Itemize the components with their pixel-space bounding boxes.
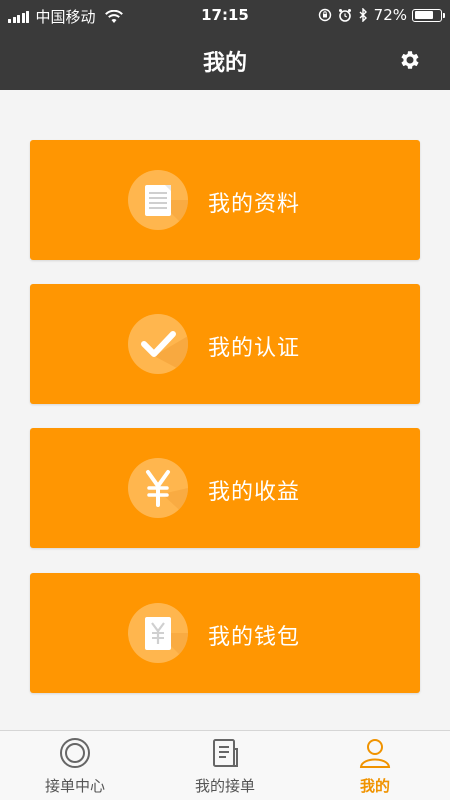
checkmark-icon [128,314,188,374]
bluetooth-icon [359,8,367,22]
person-icon [359,739,391,768]
list-document-icon [213,739,238,767]
circle-target-icon [60,738,90,768]
menu-item-profile[interactable]: 我的资料 [30,140,420,260]
battery-icon [412,8,445,22]
battery-percent: 72% [373,6,407,24]
tab-label: 我的 [359,777,390,795]
rotation-lock-icon [318,8,331,22]
yen-icon [128,458,188,518]
menu-item-verification[interactable]: 我的认证 [30,284,420,404]
status-right: 72% [318,6,445,24]
page-title: 我的 [202,51,247,76]
tab-order-center[interactable]: 接单中心 [0,731,150,800]
tab-mine[interactable]: 我的 [300,731,450,800]
tab-label: 接单中心 [44,777,105,795]
menu-item-label: 我的资料 [208,192,301,217]
status-bar: 中国移动 17:15 72% [0,0,450,30]
battery-fill [414,11,433,19]
tab-bar: 接单中心 我的接单 我的 [0,730,450,800]
tab-label: 我的接单 [194,777,255,795]
menu-item-label: 我的收益 [208,480,301,505]
menu-item-label: 我的钱包 [208,625,301,650]
header-bar: 我的 [0,30,450,90]
wallet-icon [128,603,188,663]
alarm-icon [338,9,351,22]
document-icon [128,170,188,230]
tab-my-orders[interactable]: 我的接单 [150,731,300,800]
menu-item-label: 我的认证 [208,336,301,361]
menu-list: 我的资料 我的认证 我的收益 我的钱包 [0,90,450,730]
menu-item-earnings[interactable]: 我的收益 [30,428,420,548]
gear-icon[interactable] [398,48,422,72]
menu-item-wallet[interactable]: 我的钱包 [30,573,420,693]
